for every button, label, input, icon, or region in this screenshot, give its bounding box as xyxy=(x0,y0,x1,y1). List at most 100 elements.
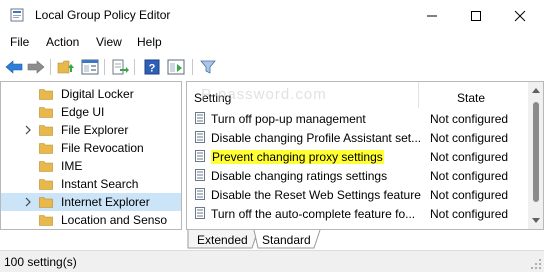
tree-item-label: Instant Search xyxy=(61,177,139,191)
back-arrow-icon xyxy=(5,60,23,74)
tree-item-internet-explorer[interactable]: Internet Explorer xyxy=(1,193,181,211)
tree-item-digital-locker[interactable]: Digital Locker xyxy=(1,85,181,103)
tree-item-label: Internet Explorer xyxy=(61,195,150,209)
policy-setting-icon xyxy=(195,188,205,200)
gpedit-icon xyxy=(10,8,24,22)
tree-item-label: Digital Locker xyxy=(61,87,134,101)
table-row[interactable]: Turn off pop-up management Not configure… xyxy=(187,109,527,128)
window-title: Local Group Policy Editor xyxy=(35,8,171,22)
tab-extended[interactable]: Extended xyxy=(188,230,254,249)
setting-state: Not configured xyxy=(430,207,509,221)
policy-setting-icon xyxy=(195,112,205,124)
menu-bar: File Action View Help xyxy=(0,31,544,53)
forward-arrow-icon xyxy=(27,60,45,74)
resize-grip-icon[interactable] xyxy=(530,258,542,270)
extended-view-icon xyxy=(167,59,185,75)
tree-item-edge-ui[interactable]: Edge UI xyxy=(1,103,181,121)
tree-item-label: File Revocation xyxy=(61,141,144,155)
up-one-level-button[interactable] xyxy=(56,58,76,76)
setting-state: Not configured xyxy=(430,112,509,126)
export-list-icon xyxy=(112,59,129,75)
tree-item-label: Edge UI xyxy=(61,105,105,119)
setting-state: Not configured xyxy=(430,131,509,145)
menu-action[interactable]: Action xyxy=(46,35,79,49)
export-list-button[interactable] xyxy=(110,58,130,76)
forward-button[interactable] xyxy=(26,58,46,76)
back-button[interactable] xyxy=(4,58,24,76)
tab-label: Standard xyxy=(262,233,311,247)
scroll-thumb[interactable] xyxy=(533,102,539,202)
folder-icon xyxy=(39,89,53,100)
setting-state: Not configured xyxy=(430,169,509,183)
maximize-button[interactable] xyxy=(454,0,498,31)
policy-setting-icon xyxy=(195,150,205,162)
setting-name: Prevent changing proxy settings xyxy=(211,150,384,164)
setting-name: Turn off pop-up management xyxy=(211,112,366,126)
close-icon xyxy=(514,10,526,21)
table-row[interactable]: Disable changing ratings settings Not co… xyxy=(187,166,527,185)
table-row-highlighted[interactable]: Prevent changing proxy settings Not conf… xyxy=(187,147,527,166)
extended-view-button[interactable] xyxy=(166,58,186,76)
toolbar-separator xyxy=(192,59,193,75)
setting-name: Disable changing ratings settings xyxy=(211,169,388,183)
menu-file[interactable]: File xyxy=(10,35,29,49)
folder-icon xyxy=(39,107,53,118)
filter-icon xyxy=(200,60,216,74)
chevron-right-icon[interactable] xyxy=(23,124,33,136)
folder-icon xyxy=(39,197,53,208)
toolbar-separator xyxy=(134,59,135,75)
toolbar-separator xyxy=(50,59,51,75)
status-text: 100 setting(s) xyxy=(4,255,77,269)
setting-name: Disable changing Profile Assistant set..… xyxy=(211,131,422,145)
policy-setting-icon xyxy=(195,169,205,181)
column-header-state[interactable]: State xyxy=(419,82,527,108)
tree-item-ime[interactable]: IME xyxy=(1,157,181,175)
show-hide-console-tree-button[interactable] xyxy=(80,58,100,76)
svg-text:?: ? xyxy=(149,63,156,75)
chevron-right-icon[interactable] xyxy=(23,196,33,208)
menu-help[interactable]: Help xyxy=(137,35,162,49)
table-row[interactable]: Disable the Reset Web Settings feature N… xyxy=(187,185,527,204)
setting-state: Not configured xyxy=(430,188,509,202)
tab-label: Extended xyxy=(197,233,248,247)
maximize-icon xyxy=(471,10,481,21)
tree-item-label: File Explorer xyxy=(61,123,129,137)
settings-list[interactable]: Setting State Turn off pop-up management… xyxy=(186,81,544,230)
menu-view[interactable]: View xyxy=(96,35,122,49)
tree-item-file-revocation[interactable]: File Revocation xyxy=(1,139,181,157)
filter-button[interactable] xyxy=(198,58,218,76)
folder-icon xyxy=(39,179,53,190)
close-button[interactable] xyxy=(498,0,542,31)
watermark: P-password.com xyxy=(201,86,327,103)
toolbar-separator xyxy=(104,59,105,75)
toolbar: ? xyxy=(0,53,544,81)
title-bar: Local Group Policy Editor xyxy=(0,0,544,31)
folder-icon xyxy=(39,161,53,172)
setting-name: Disable the Reset Web Settings feature xyxy=(211,188,421,202)
tree-item-label: IME xyxy=(61,159,83,173)
vertical-scrollbar[interactable] xyxy=(528,82,543,229)
table-row[interactable]: Disable changing Profile Assistant set..… xyxy=(187,128,527,147)
folder-icon xyxy=(39,215,53,226)
folder-icon xyxy=(39,125,53,136)
setting-state: Not configured xyxy=(430,150,509,164)
tree-item-file-explorer[interactable]: File Explorer xyxy=(1,121,181,139)
tree-item-instant-search[interactable]: Instant Search xyxy=(1,175,181,193)
view-tabs: Extended Standard xyxy=(186,230,544,250)
table-row[interactable]: Turn off the auto-complete feature fo...… xyxy=(187,204,527,223)
tab-standard[interactable]: Standard xyxy=(256,230,318,249)
scroll-down-icon[interactable] xyxy=(532,218,540,224)
show-hide-tree-icon xyxy=(81,59,99,75)
help-icon: ? xyxy=(144,59,160,75)
setting-name: Turn off the auto-complete feature fo... xyxy=(211,207,416,221)
policy-setting-icon xyxy=(195,207,205,219)
folder-icon xyxy=(39,143,53,154)
console-tree[interactable]: Digital Locker Edge UI File Explorer Fil… xyxy=(0,81,182,230)
policy-setting-icon xyxy=(195,131,205,143)
tree-item-location-and-sensors[interactable]: Location and Senso xyxy=(1,211,181,229)
scroll-up-icon[interactable] xyxy=(532,87,540,93)
minimize-button[interactable] xyxy=(410,0,454,31)
column-header-label: State xyxy=(457,91,486,105)
help-button[interactable]: ? xyxy=(142,58,162,76)
minimize-icon xyxy=(427,15,437,16)
